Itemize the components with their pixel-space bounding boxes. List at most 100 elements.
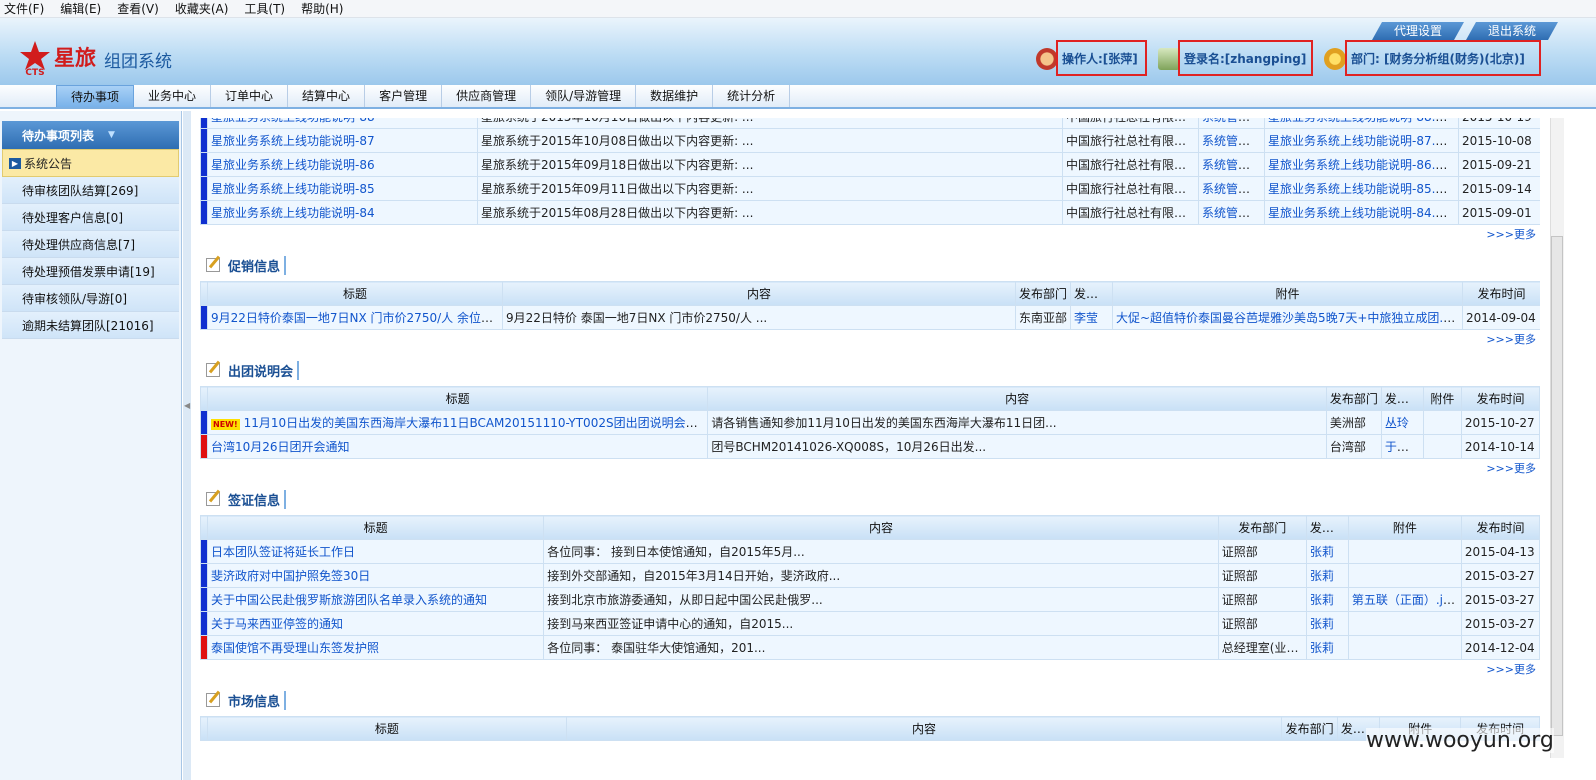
table-row: 斐济政府对中国护照免签30日 接到外交部通知，自2015年3月14日开始，斐济政府… [200, 563, 1540, 588]
more-link-briefing[interactable]: >>>更多 [200, 459, 1540, 479]
notice-file-link[interactable]: 星旅业务系统上线功能说明-88.doc [1268, 118, 1457, 124]
notice-icon: ▶ [9, 157, 21, 169]
more-link-notices[interactable]: >>>更多 [200, 225, 1540, 245]
visa-title-link[interactable]: 日本团队签证将延长工作日 [211, 545, 355, 559]
notice-user-link[interactable]: 系统管理员 [1202, 182, 1262, 196]
table-row: 星旅业务系统上线功能说明-87 星旅系统于2015年10月08日做出以下内容更新:… [200, 128, 1540, 153]
app-header: CTS 星旅 组团系统 代理设置 退出系统 操作人:[张萍] 登录名:[zhan… [0, 18, 1596, 85]
visa-title-link[interactable]: 关于马来西亚停签的通知 [211, 617, 343, 631]
tab-settlement[interactable]: 结算中心 [288, 85, 366, 107]
col-file: 附件 [1422, 386, 1462, 411]
visa-content: 接到外交部通知，自2015年3月14日开始，斐济政府... [543, 563, 1219, 588]
visa-user-link[interactable]: 张莉 [1310, 545, 1334, 559]
tab-guides[interactable]: 领队/导游管理 [531, 85, 637, 107]
sidebar-item-settlement-review[interactable]: 待审核团队结算[269] [2, 177, 179, 204]
col-file: 附件 [1112, 281, 1463, 306]
tab-suppliers[interactable]: 供应商管理 [442, 85, 532, 107]
visa-date: 2015-03-27 [1460, 587, 1540, 612]
notice-file-link[interactable]: 星旅业务系统上线功能说明-87.doc [1268, 134, 1457, 148]
menu-help[interactable]: 帮助(H) [301, 0, 343, 17]
table-row: 星旅业务系统上线功能说明-84 星旅系统于2015年08月28日做出以下内容更新:… [200, 200, 1540, 225]
section-visa: 签证信息 [200, 483, 1540, 515]
menu-view[interactable]: 查看(V) [117, 0, 159, 17]
promo-file-link[interactable]: 大促~超值特价泰国曼谷芭堤雅沙美岛5晚7天+中旅独立成团.doc [1116, 311, 1462, 325]
menu-tools[interactable]: 工具(T) [244, 0, 285, 17]
notice-title-link[interactable]: 星旅业务系统上线功能说明-84 [211, 206, 375, 220]
promo-content: 9月22日特价 泰国一地7日NX 门市价2750/人 ... [502, 305, 1016, 330]
sidebar-item-invoice[interactable]: 待处理预借发票申请[19] [2, 258, 179, 285]
visa-user-link[interactable]: 张莉 [1310, 641, 1334, 655]
col-date: 发布时间 [1460, 386, 1540, 411]
sidebar-item-notice[interactable]: ▶ 系统公告 [2, 149, 179, 177]
visa-title-link[interactable]: 泰国使馆不再受理山东签发护照 [211, 641, 379, 655]
col-content: 内容 [543, 515, 1219, 540]
scrollbar-thumb[interactable] [1551, 236, 1563, 736]
logo-text: CTS [25, 68, 44, 76]
proxy-settings-button[interactable]: 代理设置 [1372, 22, 1464, 40]
briefing-date: 2014-10-14 [1460, 434, 1540, 459]
tab-orders[interactable]: 订单中心 [211, 85, 289, 107]
visa-date: 2015-04-13 [1460, 539, 1540, 564]
notice-title-link[interactable]: 星旅业务系统上线功能说明-87 [211, 134, 375, 148]
tab-business[interactable]: 业务中心 [134, 85, 212, 107]
notice-company: 中国旅行社总社有限公司 [1062, 176, 1199, 201]
more-link-promo[interactable]: >>>更多 [200, 330, 1540, 350]
sidebar-item-overdue[interactable]: 逾期未结算团队[21016] [2, 312, 179, 339]
menu-favorites[interactable]: 收藏夹(A) [175, 0, 229, 17]
edit-note-icon [206, 492, 220, 506]
notice-title-link[interactable]: 星旅业务系统上线功能说明-85 [211, 182, 375, 196]
col-date: 发布时间 [1462, 281, 1540, 306]
table-row: 日本团队签证将延长工作日 各位同事： 接到日本使馆通知，自2015年5月... 证照… [200, 539, 1540, 564]
briefing-title-link[interactable]: 11月10日出发的美国东西海岸大瀑布11日BCAM20151110-YT002S… [244, 416, 707, 430]
visa-date: 2015-03-27 [1460, 611, 1540, 636]
tab-data[interactable]: 数据维护 [636, 85, 714, 107]
col-content: 内容 [707, 386, 1327, 411]
promo-title-link[interactable]: 9月22日特价泰国一地7日NX 门市价2750/人 余位5个 [211, 311, 501, 325]
notice-file-link[interactable]: 星旅业务系统上线功能说明-84.doc [1268, 206, 1457, 220]
tab-stats[interactable]: 统计分析 [713, 85, 791, 107]
briefing-user-link[interactable]: 于晓勤 [1385, 440, 1421, 454]
notice-file-link[interactable]: 星旅业务系统上线功能说明-85.doc [1268, 182, 1457, 196]
sidebar-item-customer[interactable]: 待处理客户信息[0] [2, 204, 179, 231]
sidebar-item-supplier[interactable]: 待处理供应商信息[7] [2, 231, 179, 258]
visa-user-link[interactable]: 张莉 [1310, 593, 1334, 607]
collapse-arrow-icon[interactable]: ◀ [184, 401, 190, 410]
col-user: 发布人 [1070, 281, 1113, 306]
briefing-title-link[interactable]: 台湾10月26日团开会通知 [211, 440, 350, 454]
menu-file[interactable]: 文件(F) [4, 0, 44, 17]
row-marker [200, 611, 208, 636]
notice-content: 星旅系统于2015年09月18日做出以下内容更新: ... [477, 152, 1063, 177]
visa-user-link[interactable]: 张莉 [1310, 569, 1334, 583]
briefing-user-link[interactable]: 丛玲 [1385, 416, 1409, 430]
splitter[interactable]: ◀ [183, 111, 191, 780]
more-link-visa[interactable]: >>>更多 [200, 660, 1540, 680]
logout-button[interactable]: 退出系统 [1466, 22, 1558, 40]
notice-user-link[interactable]: 系统管理员 [1202, 206, 1262, 220]
visa-title-link[interactable]: 关于中国公民赴俄罗斯旅游团队名单录入系统的通知 [211, 593, 487, 607]
row-marker [200, 539, 208, 564]
tab-todo[interactable]: 待办事项 [56, 85, 135, 107]
promo-user-link[interactable]: 李莹 [1074, 311, 1098, 325]
login-info: 登录名:[zhangping] [1178, 40, 1313, 76]
notice-company: 中国旅行社总社有限公司 [1062, 152, 1199, 177]
sidebar-item-guide-review[interactable]: 待审核领队/导游[0] [2, 285, 179, 312]
system-name: 组团系统 [104, 52, 172, 72]
visa-user-link[interactable]: 张莉 [1310, 617, 1334, 631]
menu-edit[interactable]: 编辑(E) [60, 0, 101, 17]
notice-date: 2015-10-19 [1458, 118, 1540, 129]
notice-user-link[interactable]: 系统管理员 [1202, 134, 1262, 148]
visa-title-link[interactable]: 斐济政府对中国护照免签30日 [211, 569, 370, 583]
promo-dept: 东南亚部 [1015, 305, 1071, 330]
col-dept: 发布部门 [1217, 515, 1307, 540]
notice-title-link[interactable]: 星旅业务系统上线功能说明-88 [211, 118, 375, 124]
sidebar-title[interactable]: 待办事项列表 ▼ [2, 121, 179, 149]
notice-file-link[interactable]: 星旅业务系统上线功能说明-86.doc [1268, 158, 1457, 172]
tab-customers[interactable]: 客户管理 [365, 85, 443, 107]
notice-title-link[interactable]: 星旅业务系统上线功能说明-86 [211, 158, 375, 172]
table-row: 台湾10月26日团开会通知 团号BCHM20141026-XQ008S，10月2… [200, 434, 1540, 459]
notice-user-link[interactable]: 系统管理员 [1202, 118, 1262, 124]
visa-date: 2015-03-27 [1460, 563, 1540, 588]
notice-user-link[interactable]: 系统管理员 [1202, 158, 1262, 172]
visa-file-link[interactable]: 第五联（正面）.jpg [1352, 593, 1458, 607]
visa-dept: 证照部 [1217, 611, 1307, 636]
